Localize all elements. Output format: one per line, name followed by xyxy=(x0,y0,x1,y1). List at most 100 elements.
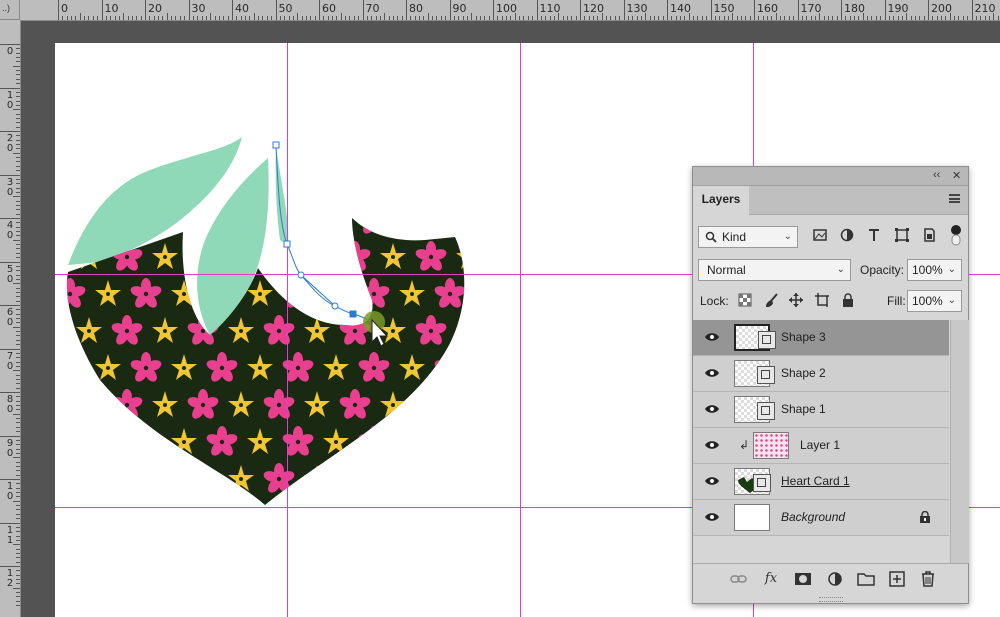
layer-thumbnail[interactable] xyxy=(734,504,770,531)
filter-kind-dropdown[interactable]: Kind ⌄ xyxy=(698,226,798,248)
fx-icon[interactable]: fx xyxy=(762,570,780,588)
visibility-eye-icon[interactable] xyxy=(705,476,719,486)
pink-flower xyxy=(433,218,465,236)
layer-name[interactable]: Shape 1 xyxy=(781,402,826,416)
pink-flower xyxy=(66,352,87,384)
type-filter-icon[interactable] xyxy=(867,228,881,242)
pink-flower xyxy=(414,389,448,421)
new-layer-icon[interactable] xyxy=(888,570,906,588)
layer-row-background[interactable]: Background xyxy=(693,500,949,536)
lock-image-icon[interactable] xyxy=(765,293,779,307)
layer-thumbnail[interactable] xyxy=(734,396,775,423)
anchor-point xyxy=(272,141,280,149)
chevron-down-icon: ⌄ xyxy=(836,264,845,275)
pink-flower xyxy=(414,463,448,495)
layers-panel: ‹‹ ✕ Layers Kind ⌄ Normal ⌄ Opacity: 100… xyxy=(692,166,969,604)
filter-toggle-icon[interactable] xyxy=(950,224,962,246)
shape-filter-icon[interactable] xyxy=(895,228,909,242)
layer-row-shape-1[interactable]: Shape 1 xyxy=(693,392,949,428)
panel-title-bar[interactable]: ‹‹ ✕ xyxy=(693,167,968,186)
yellow-flower xyxy=(76,465,102,491)
yellow-flower xyxy=(456,465,465,491)
visibility-eye-icon[interactable] xyxy=(705,368,719,378)
pink-flower xyxy=(110,463,144,495)
yellow-flower xyxy=(475,280,501,306)
search-icon xyxy=(705,231,717,243)
yellow-flower xyxy=(380,465,406,491)
lock-transparent-icon[interactable] xyxy=(738,293,752,307)
panel-resize-grip[interactable] xyxy=(819,597,843,602)
chevron-down-icon: ⌄ xyxy=(947,264,956,275)
yellow-flower xyxy=(152,465,178,491)
vector-mask-icon xyxy=(757,366,775,384)
pink-flower xyxy=(66,426,87,458)
yellow-flower xyxy=(475,206,501,232)
layer-thumbnail[interactable] xyxy=(734,468,771,495)
right-leaf-shape xyxy=(275,146,289,245)
panel-tab-row: Layers xyxy=(693,186,968,215)
pink-flower xyxy=(338,463,372,495)
blend-mode-dropdown[interactable]: Normal ⌄ xyxy=(698,259,851,281)
yellow-flower xyxy=(456,317,465,343)
pink-flower xyxy=(490,241,524,273)
lock-all-icon[interactable] xyxy=(841,293,855,307)
lock-artboard-icon[interactable] xyxy=(815,293,829,307)
vector-mask-icon xyxy=(753,474,771,492)
visibility-eye-icon[interactable] xyxy=(705,440,719,450)
pink-flower xyxy=(490,389,524,421)
panel-menu-icon[interactable] xyxy=(949,194,960,203)
yellow-flower xyxy=(475,354,501,380)
close-panel-icon[interactable]: ✕ xyxy=(952,169,961,182)
selected-anchor-point xyxy=(349,310,357,318)
adjustment-filter-icon[interactable] xyxy=(840,228,854,242)
anchor-point xyxy=(283,240,291,248)
layer-thumbnail[interactable] xyxy=(753,432,789,459)
new-group-icon[interactable] xyxy=(857,570,875,588)
add-mask-icon[interactable] xyxy=(794,570,812,588)
bezier-handle-line xyxy=(300,274,336,307)
layers-scrollbar[interactable] xyxy=(950,320,969,563)
visibility-eye-icon[interactable] xyxy=(705,404,719,414)
pink-flower xyxy=(66,218,87,236)
pink-flower xyxy=(490,463,524,495)
chevron-down-icon: ⌄ xyxy=(947,295,956,306)
delete-icon[interactable] xyxy=(919,570,937,588)
layer-thumbnail[interactable] xyxy=(734,360,775,387)
pink-flower xyxy=(433,426,465,458)
smart-object-filter-icon[interactable] xyxy=(922,228,936,242)
yellow-flower xyxy=(304,243,330,269)
image-filter-icon[interactable] xyxy=(813,228,827,242)
lock-position-icon[interactable] xyxy=(789,293,803,307)
link-layers-icon[interactable] xyxy=(730,570,748,588)
collapse-panel-icon[interactable]: ‹‹ xyxy=(933,169,940,181)
layer-row-shape-3[interactable]: Shape 3 xyxy=(693,320,949,356)
pink-flower xyxy=(490,315,524,347)
vector-mask-icon xyxy=(758,331,776,349)
vertical-guide xyxy=(520,43,521,617)
tab-layers[interactable]: Layers xyxy=(693,186,749,215)
visibility-eye-icon[interactable] xyxy=(705,332,719,342)
direction-handle xyxy=(297,271,305,279)
layer-name[interactable]: Shape 2 xyxy=(781,366,826,380)
layer-row-shape-2[interactable]: Shape 2 xyxy=(693,356,949,392)
fill-field[interactable]: 100% ⌄ xyxy=(907,290,962,312)
opacity-label: Opacity: xyxy=(860,263,905,277)
opacity-field[interactable]: 100% ⌄ xyxy=(907,259,962,281)
lock-icon[interactable] xyxy=(919,511,931,523)
layer-name[interactable]: Heart Card 1 xyxy=(781,474,850,488)
layer-name[interactable]: Shape 3 xyxy=(781,330,826,344)
layer-row-layer-1[interactable]: ↲ Layer 1 xyxy=(693,428,949,464)
yellow-flower xyxy=(323,218,349,232)
yellow-flower xyxy=(76,391,102,417)
pink-flower xyxy=(262,241,296,273)
layer-name[interactable]: Layer 1 xyxy=(800,438,840,452)
adjustment-layer-icon[interactable] xyxy=(826,570,844,588)
yellow-flower xyxy=(323,280,349,306)
yellow-flower xyxy=(456,391,465,417)
layer-thumbnail[interactable] xyxy=(734,324,776,351)
visibility-eye-icon[interactable] xyxy=(705,512,719,522)
chevron-down-icon: ⌄ xyxy=(783,231,792,242)
layer-row-heart-card-1[interactable]: Heart Card 1 xyxy=(693,464,949,500)
yellow-flower xyxy=(95,428,121,454)
layer-name[interactable]: Background xyxy=(781,510,845,524)
